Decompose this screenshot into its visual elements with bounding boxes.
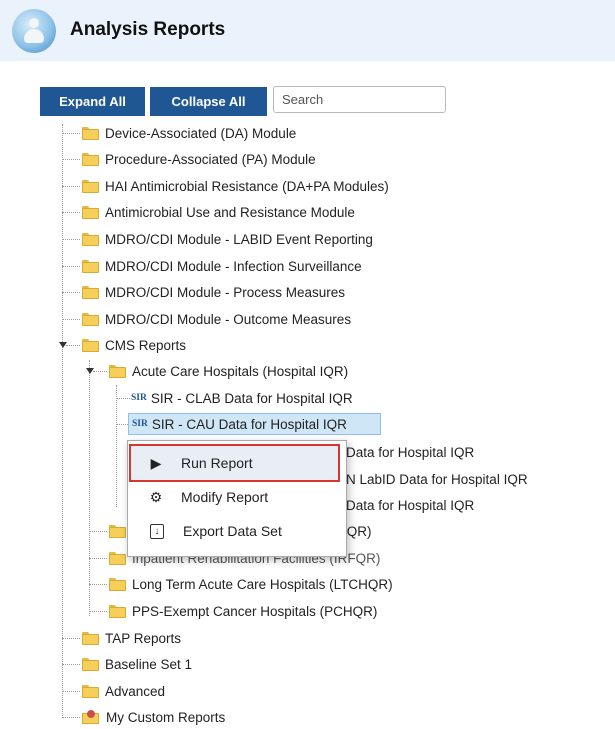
tree-item-advanced[interactable]: Advanced: [82, 680, 165, 702]
folder-icon: [109, 577, 126, 591]
tree-item-mdro-infection[interactable]: MDRO/CDI Module - Infection Surveillance: [82, 255, 362, 277]
tree-item-acute-care[interactable]: Acute Care Hospitals (Hospital IQR): [109, 360, 348, 382]
folder-icon: [82, 126, 99, 140]
export-data-set-item[interactable]: ↓ Export Data Set: [127, 514, 345, 548]
folder-icon: [109, 364, 126, 378]
custom-reports-icon: [82, 710, 100, 724]
tree-item-mdro-process[interactable]: MDRO/CDI Module - Process Measures: [82, 281, 345, 303]
app-logo: [12, 9, 56, 53]
tree-item-hai-amr[interactable]: HAI Antimicrobial Resistance (DA+PA Modu…: [82, 175, 389, 197]
folder-icon: [109, 524, 126, 538]
folder-icon: [82, 338, 99, 352]
folder-icon: [82, 179, 99, 193]
gear-icon: ⚙: [149, 488, 163, 505]
folder-icon: [82, 232, 99, 246]
tree-item-ltchqr[interactable]: Long Term Acute Care Hospitals (LTCHQR): [109, 573, 393, 595]
sir-icon: SIR: [131, 393, 147, 403]
folder-icon: [82, 205, 99, 219]
folder-icon: [82, 684, 99, 698]
tree-item-baseline-set[interactable]: Baseline Set 1: [82, 653, 192, 675]
tree-item-da-module[interactable]: Device-Associated (DA) Module: [82, 122, 296, 144]
tree-guide: [116, 385, 117, 507]
tree-item-sir-partial-1[interactable]: Data for Hospital IQR: [346, 441, 474, 463]
tree-item-mdro-labid[interactable]: MDRO/CDI Module - LABID Event Reporting: [82, 228, 373, 250]
search-input[interactable]: [273, 86, 446, 113]
download-icon: ↓: [150, 523, 164, 539]
folder-icon: [109, 551, 126, 565]
folder-icon: [82, 657, 99, 671]
tree-item-my-custom-reports[interactable]: My Custom Reports: [82, 706, 225, 728]
expand-all-button[interactable]: Expand All: [40, 87, 145, 116]
tree-item-sir-partial-3[interactable]: Data for Hospital IQR: [346, 494, 474, 516]
tree-item-sir-clab[interactable]: SIR SIR - CLAB Data for Hospital IQR: [131, 387, 353, 409]
folder-icon: [82, 285, 99, 299]
sir-icon: SIR: [132, 419, 148, 429]
folder-icon: [109, 604, 126, 618]
folder-icon: [82, 631, 99, 645]
app-header: Analysis Reports: [0, 0, 615, 61]
folder-icon: [82, 259, 99, 273]
page-title: Analysis Reports: [70, 19, 226, 40]
folder-icon: [82, 312, 99, 326]
tree-guide: [89, 360, 90, 616]
tree-item-sir-cau[interactable]: SIR SIR - CAU Data for Hospital IQR: [128, 413, 381, 435]
tree-guide: [62, 124, 63, 718]
tree-item-pchqr[interactable]: PPS-Exempt Cancer Hospitals (PCHQR): [109, 600, 377, 622]
tree-item-aur-module[interactable]: Antimicrobial Use and Resistance Module: [82, 201, 355, 223]
modify-report-item[interactable]: ⚙ Modify Report: [127, 480, 345, 514]
collapse-all-button[interactable]: Collapse All: [150, 87, 267, 116]
tree-item-sir-partial-2[interactable]: N LabID Data for Hospital IQR: [346, 468, 528, 490]
run-report-item[interactable]: ▶ Run Report: [127, 446, 345, 480]
tree-item-tap-reports[interactable]: TAP Reports: [82, 627, 181, 649]
tree-item-cms-reports[interactable]: CMS Reports: [82, 334, 186, 356]
tree-item-pa-module[interactable]: Procedure-Associated (PA) Module: [82, 148, 316, 170]
folder-icon: [82, 152, 99, 166]
play-icon: ▶: [150, 454, 162, 471]
tree-item-mdro-outcome[interactable]: MDRO/CDI Module - Outcome Measures: [82, 308, 351, 330]
